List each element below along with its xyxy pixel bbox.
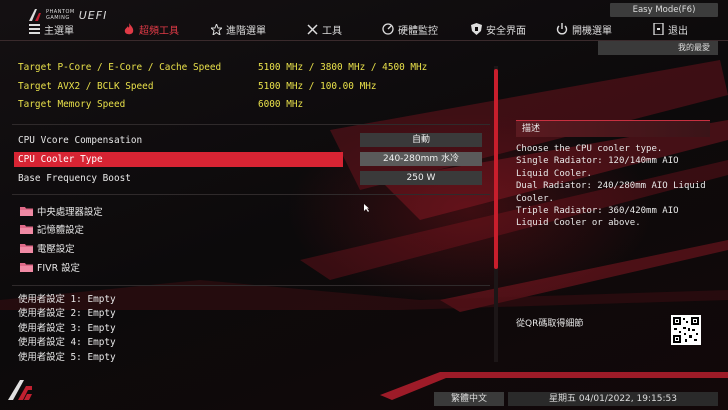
folder-voltage-config-label: 電壓設定 (37, 243, 75, 255)
power-icon (556, 23, 568, 35)
mouse-cursor-icon (364, 204, 369, 212)
home-icon (28, 23, 40, 35)
tab-main[interactable]: 主選單 (28, 18, 74, 40)
setting-value-cooler-type[interactable]: 240-280mm 水冷 (360, 152, 482, 166)
target-value-memory: 6000 MHz (258, 99, 304, 110)
description-text: Choose the CPU cooler type. Single Radia… (516, 144, 706, 229)
user-profile-1[interactable]: 使用者設定 1: Empty (18, 293, 116, 307)
tab-exit[interactable]: 退出 (652, 18, 688, 40)
tab-tool[interactable]: 工具 (306, 18, 342, 40)
exit-icon (652, 23, 664, 35)
folder-cpu-config-label: 中央處理器設定 (37, 206, 103, 218)
tab-oc-tweaker-label: 超頻工具 (139, 25, 179, 37)
user-profile-5[interactable]: 使用者設定 5: Empty (18, 351, 116, 365)
setting-label-cooler-type[interactable]: CPU Cooler Type (18, 152, 103, 167)
folder-icon (20, 206, 33, 216)
user-profile-4[interactable]: 使用者設定 4: Empty (18, 336, 116, 350)
folder-dram-config-label: 記憶體設定 (37, 224, 84, 236)
language-button[interactable]: 繁體中文 (434, 392, 504, 406)
section-divider (12, 124, 490, 125)
folder-dram-config[interactable]: 記憶體設定 (20, 221, 84, 236)
setting-label-vcore[interactable]: CPU Vcore Compensation (18, 133, 142, 148)
star-icon (210, 23, 222, 35)
description-header: 描述 (516, 120, 710, 137)
easy-mode-button[interactable]: Easy Mode(F6) (610, 3, 718, 17)
target-value-cpu: 5100 MHz / 3800 MHz / 4500 MHz (258, 62, 428, 73)
qr-code-icon (671, 315, 701, 345)
target-value-avx2: 5100 MHz / 100.00 MHz (258, 81, 377, 92)
folder-cpu-config[interactable]: 中央處理器設定 (20, 203, 103, 218)
phantom-gaming-logo-icon (8, 380, 32, 400)
folder-fivr-config-label: FIVR 設定 (37, 262, 80, 274)
favorites-button[interactable]: 我的最愛 (598, 41, 718, 55)
tools-icon (306, 23, 318, 35)
setting-value-bfb[interactable]: 250 W (360, 171, 482, 185)
datetime-display: 星期五 04/01/2022, 19:15:53 (508, 392, 718, 406)
section-divider (12, 194, 490, 195)
tab-oc-tweaker[interactable]: 超頻工具 (123, 18, 179, 40)
folder-icon (20, 224, 33, 234)
setting-value-vcore[interactable]: 自動 (360, 133, 482, 147)
user-profile-2[interactable]: 使用者設定 2: Empty (18, 307, 116, 321)
scrollbar-thumb[interactable] (494, 69, 498, 269)
tab-tool-label: 工具 (322, 25, 342, 37)
folder-icon (20, 243, 33, 253)
main-nav: 主選單 超頻工具 進階選單 工具 硬體監控 安全界面 開機選單 退出 (0, 18, 728, 40)
tab-hw-monitor-label: 硬體監控 (398, 25, 438, 37)
folder-icon (20, 262, 33, 272)
section-divider (12, 285, 490, 286)
tab-boot-label: 開機選單 (572, 25, 612, 37)
tab-main-label: 主選單 (44, 25, 74, 37)
shield-icon (470, 23, 482, 35)
tab-hw-monitor[interactable]: 硬體監控 (382, 18, 438, 40)
target-label-memory: Target Memory Speed (18, 99, 126, 110)
setting-label-bfb[interactable]: Base Frequency Boost (18, 171, 131, 186)
flame-icon (123, 23, 135, 35)
target-label-cpu: Target P-Core / E-Core / Cache Speed (18, 62, 222, 73)
user-profile-3[interactable]: 使用者設定 3: Empty (18, 322, 116, 336)
folder-voltage-config[interactable]: 電壓設定 (20, 240, 75, 255)
tab-advanced[interactable]: 進階選單 (210, 18, 266, 40)
tab-security-label: 安全界面 (486, 25, 526, 37)
target-label-avx2: Target AVX2 / BCLK Speed (18, 81, 154, 92)
tab-security[interactable]: 安全界面 (470, 18, 526, 40)
tab-boot[interactable]: 開機選單 (556, 18, 612, 40)
tab-advanced-label: 進階選單 (226, 25, 266, 37)
qr-label: 從QR碼取得細節 (516, 319, 584, 329)
tab-exit-label: 退出 (668, 25, 688, 37)
monitor-icon (382, 23, 394, 35)
folder-fivr-config[interactable]: FIVR 設定 (20, 259, 80, 274)
